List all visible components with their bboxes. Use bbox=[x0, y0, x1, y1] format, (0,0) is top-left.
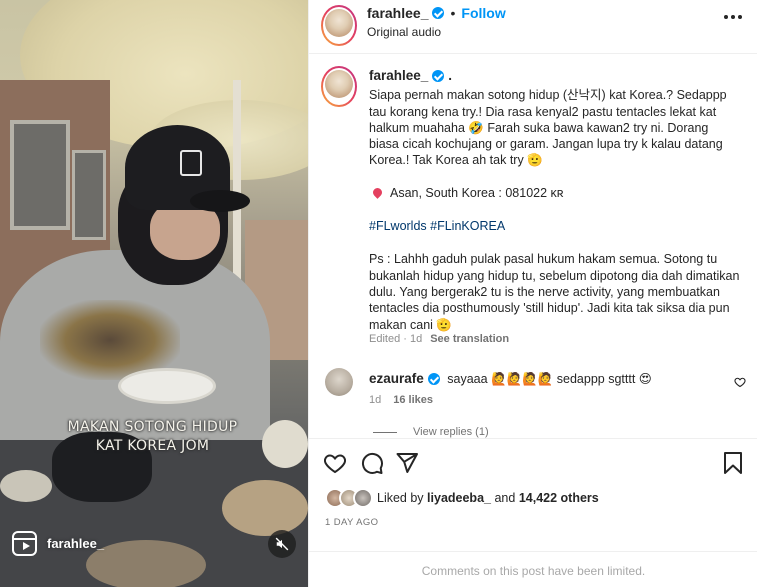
like-heart-icon[interactable] bbox=[323, 451, 347, 475]
likes-prefix: Liked by bbox=[377, 491, 424, 505]
video-text-overlay: MAKAN SOTONG HIDUP KAT KOREA JOM bbox=[50, 418, 255, 456]
follow-button[interactable]: Follow bbox=[461, 5, 505, 21]
location-pin-icon bbox=[371, 186, 384, 200]
author-avatar[interactable] bbox=[321, 5, 357, 46]
likes-text: Liked by liyadeeba_ and 14,422 others bbox=[377, 491, 599, 505]
author-username[interactable]: farahlee_ bbox=[367, 5, 428, 21]
caption-username-suffix: . bbox=[448, 68, 453, 83]
more-options-icon[interactable] bbox=[724, 15, 742, 19]
verified-badge-icon bbox=[432, 7, 445, 19]
comment-likes[interactable]: 16 likes bbox=[393, 394, 433, 406]
share-paper-plane-icon[interactable] bbox=[395, 451, 419, 475]
edited-time: Edited · 1d bbox=[369, 333, 423, 345]
comment-bubble-icon[interactable] bbox=[360, 451, 384, 475]
view-replies-label: View replies (1) bbox=[413, 426, 489, 438]
post-date[interactable]: 1 DAY AGO bbox=[325, 517, 378, 528]
comment-text: sayaaa 🙋🙋🙋🙋 sedappp sgtttt 😍 bbox=[447, 372, 652, 386]
likes-middle: and bbox=[494, 491, 516, 505]
reel-video[interactable]: MAKAN SOTONG HIDUP KAT KOREA JOM farahle… bbox=[0, 0, 308, 587]
action-bar bbox=[309, 438, 757, 486]
overlay-line-1: MAKAN SOTONG HIDUP bbox=[67, 419, 238, 435]
post-caption: farahlee_ . Siapa pernah makan sotong hi… bbox=[369, 68, 741, 333]
likes-count[interactable]: 14,422 others bbox=[519, 491, 599, 505]
caption-meta: Edited · 1d See translation bbox=[369, 333, 509, 345]
caption-paragraph-1: Siapa pernah makan sotong hidup (산낙지) ka… bbox=[369, 88, 731, 168]
separator-dot: • bbox=[450, 5, 456, 21]
comment-body: ezaurafe sayaaa 🙋🙋🙋🙋 sedappp sgtttt 😍 bbox=[369, 371, 729, 387]
liker-avatar bbox=[353, 488, 373, 508]
comment-meta: 1d 16 likes bbox=[369, 394, 433, 406]
liker-avatars[interactable] bbox=[325, 488, 375, 510]
reels-icon bbox=[12, 531, 37, 556]
caption-location: Asan, South Korea : 081022 ᴋʀ bbox=[390, 185, 564, 200]
post-dialog: MAKAN SOTONG HIDUP KAT KOREA JOM farahle… bbox=[0, 0, 757, 587]
likes-user[interactable]: liyadeeba_ bbox=[427, 491, 491, 505]
caption-author-avatar[interactable] bbox=[321, 66, 357, 107]
reel-username[interactable]: farahlee_ bbox=[47, 536, 104, 551]
comment-time: 1d bbox=[369, 394, 382, 406]
likes-summary: Liked by liyadeeba_ and 14,422 others bbox=[309, 486, 757, 512]
original-audio-link[interactable]: Original audio bbox=[367, 25, 441, 39]
comment-like-heart-icon[interactable] bbox=[734, 376, 746, 388]
muted-speaker-icon bbox=[275, 537, 289, 551]
caption-hashtags[interactable]: #FLworlds #FLinKOREA bbox=[369, 218, 741, 234]
verified-badge-icon bbox=[432, 70, 445, 83]
save-bookmark-icon[interactable] bbox=[722, 451, 744, 475]
view-replies-button[interactable]: View replies (1) bbox=[373, 426, 489, 438]
see-translation-link[interactable]: See translation bbox=[430, 333, 509, 345]
post-header: farahlee_ • Follow Original audio bbox=[309, 0, 757, 54]
overlay-line-2: KAT KOREA JOM bbox=[95, 438, 210, 454]
comments-section: farahlee_ . Siapa pernah makan sotong hi… bbox=[309, 54, 757, 438]
commenter-avatar[interactable] bbox=[325, 368, 353, 396]
comments-limited-notice: Comments on this post have been limited. bbox=[309, 551, 757, 587]
reel-author[interactable]: farahlee_ bbox=[12, 531, 104, 556]
mute-button[interactable] bbox=[268, 530, 296, 558]
caption-paragraph-2: Ps : Lahhh gaduh pulak pasal hukum hakam… bbox=[369, 252, 743, 332]
commenter-username[interactable]: ezaurafe bbox=[369, 371, 424, 386]
caption-username[interactable]: farahlee_ bbox=[369, 68, 428, 84]
verified-badge-icon bbox=[427, 372, 440, 385]
post-side-panel: farahlee_ • Follow Original audio farahl… bbox=[308, 0, 757, 587]
